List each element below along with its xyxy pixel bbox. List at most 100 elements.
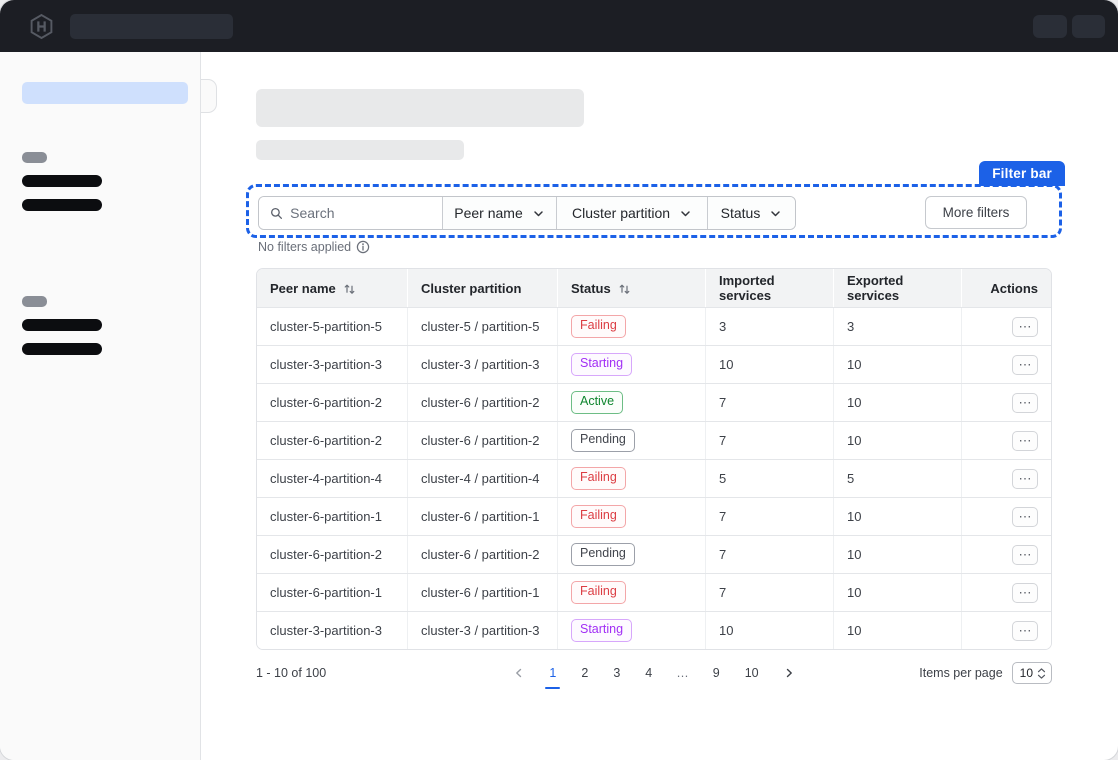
status-dropdown[interactable]: Status (707, 197, 795, 229)
cell-status: Active (557, 384, 705, 421)
cluster-partition-dropdown[interactable]: Cluster partition (556, 197, 707, 229)
cell-cluster-partition: cluster-3 / partition-3 (407, 346, 557, 383)
pagination-bar: 1 - 10 of 100 1 2 3 4 … 9 10 Items per p… (256, 662, 1052, 684)
next-page-button[interactable] (783, 667, 795, 679)
cell-imported-services: 7 (705, 536, 833, 573)
row-actions-button[interactable]: ⋯ (1012, 431, 1038, 451)
table-row: cluster-3-partition-3 cluster-3 / partit… (257, 345, 1051, 383)
ellipsis-icon: ⋯ (1019, 472, 1032, 485)
chevron-left-icon (513, 667, 525, 679)
items-per-page-select[interactable]: 10 (1012, 662, 1052, 684)
sidebar-collapse-handle[interactable] (201, 79, 217, 113)
table-row: cluster-4-partition-4 cluster-4 / partit… (257, 459, 1051, 497)
cell-peer-name: cluster-4-partition-4 (257, 460, 407, 497)
page-title-skeleton (256, 89, 584, 127)
sidebar-item-skeleton-4 (22, 343, 102, 355)
top-navbar (0, 0, 1118, 52)
info-icon (356, 240, 370, 254)
page-button-3[interactable]: 3 (612, 664, 621, 682)
cell-exported-services: 10 (833, 346, 961, 383)
cell-status: Starting (557, 346, 705, 383)
ellipsis-icon: ⋯ (1019, 396, 1032, 409)
col-header-peer-name[interactable]: Peer name (257, 269, 407, 307)
cell-exported-services: 10 (833, 384, 961, 421)
cell-actions: ⋯ (961, 422, 1051, 459)
col-header-label: Actions (990, 281, 1038, 296)
chevron-right-icon (783, 667, 795, 679)
cell-imported-services: 7 (705, 498, 833, 535)
table-row: cluster-6-partition-1 cluster-6 / partit… (257, 573, 1051, 611)
ellipsis-icon: ⋯ (1019, 320, 1032, 333)
items-per-page: Items per page 10 (795, 662, 1052, 684)
sidebar-item-skeleton-2 (22, 199, 102, 211)
col-header-status[interactable]: Status (557, 269, 705, 307)
cell-imported-services: 7 (705, 384, 833, 421)
pages-ellipsis: … (676, 666, 689, 680)
col-header-actions: Actions (961, 269, 1051, 307)
row-actions-button[interactable]: ⋯ (1012, 317, 1038, 337)
col-header-label: Cluster partition (421, 281, 521, 296)
page-button-9[interactable]: 9 (712, 664, 721, 682)
row-actions-button[interactable]: ⋯ (1012, 355, 1038, 375)
col-header-cluster-partition[interactable]: Cluster partition (407, 269, 557, 307)
cell-status: Failing (557, 308, 705, 345)
page-button-2[interactable]: 2 (580, 664, 589, 682)
filter-bar-annotation-label: Filter bar (979, 161, 1065, 186)
cell-actions: ⋯ (961, 574, 1051, 611)
cell-imported-services: 5 (705, 460, 833, 497)
sidebar-section-label-skeleton-2 (22, 296, 47, 307)
sidebar-active-item-skeleton (22, 82, 188, 104)
table-header-row: Peer name Cluster partition Status Impor… (257, 269, 1051, 307)
cell-imported-services: 3 (705, 308, 833, 345)
cell-status: Failing (557, 574, 705, 611)
ellipsis-icon: ⋯ (1019, 586, 1032, 599)
row-actions-button[interactable]: ⋯ (1012, 583, 1038, 603)
cell-exported-services: 10 (833, 422, 961, 459)
row-actions-button[interactable]: ⋯ (1012, 507, 1038, 527)
col-header-label: Status (571, 281, 611, 296)
page-button-1[interactable]: 1 (548, 664, 557, 682)
page-button-10[interactable]: 10 (744, 664, 760, 682)
cell-cluster-partition: cluster-3 / partition-3 (407, 612, 557, 649)
more-filters-button[interactable]: More filters (925, 196, 1027, 229)
cell-status: Failing (557, 460, 705, 497)
col-header-imported-services[interactable]: Imported services (705, 269, 833, 307)
chevron-down-icon (769, 207, 782, 220)
search-input[interactable] (290, 205, 431, 221)
row-actions-button[interactable]: ⋯ (1012, 393, 1038, 413)
sidebar-item-skeleton-3 (22, 319, 102, 331)
chevron-down-icon (679, 207, 692, 220)
page-button-4[interactable]: 4 (644, 664, 653, 682)
row-actions-button[interactable]: ⋯ (1012, 621, 1038, 641)
cell-exported-services: 10 (833, 574, 961, 611)
cell-actions: ⋯ (961, 308, 1051, 345)
row-actions-button[interactable]: ⋯ (1012, 469, 1038, 489)
ellipsis-icon: ⋯ (1019, 358, 1032, 371)
chevron-up-down-icon (1037, 667, 1046, 680)
prev-page-button[interactable] (513, 667, 525, 679)
cell-cluster-partition: cluster-6 / partition-2 (407, 422, 557, 459)
sort-icon (618, 282, 631, 295)
cell-peer-name: cluster-6-partition-1 (257, 498, 407, 535)
table-row: cluster-5-partition-5 cluster-5 / partit… (257, 307, 1051, 345)
col-header-label: Exported services (847, 273, 948, 303)
status-badge: Failing (571, 467, 626, 490)
status-badge: Failing (571, 505, 626, 528)
search-field[interactable] (259, 197, 442, 229)
filters-status-row: No filters applied (258, 240, 370, 254)
cell-actions: ⋯ (961, 346, 1051, 383)
filter-bar: Peer name Cluster partition Status (258, 196, 796, 230)
row-actions-button[interactable]: ⋯ (1012, 545, 1038, 565)
cell-peer-name: cluster-6-partition-1 (257, 574, 407, 611)
cell-peer-name: cluster-6-partition-2 (257, 384, 407, 421)
nav-search-placeholder (70, 14, 233, 39)
col-header-exported-services[interactable]: Exported services (833, 269, 961, 307)
status-badge: Active (571, 391, 623, 414)
pagination-summary: 1 - 10 of 100 (256, 666, 513, 680)
peer-name-dropdown[interactable]: Peer name (442, 197, 556, 229)
table-body: cluster-5-partition-5 cluster-5 / partit… (257, 307, 1051, 649)
items-per-page-value: 10 (1020, 666, 1033, 680)
cell-peer-name: cluster-5-partition-5 (257, 308, 407, 345)
hashicorp-logo-icon (27, 12, 55, 40)
sidebar-item-skeleton-1 (22, 175, 102, 187)
